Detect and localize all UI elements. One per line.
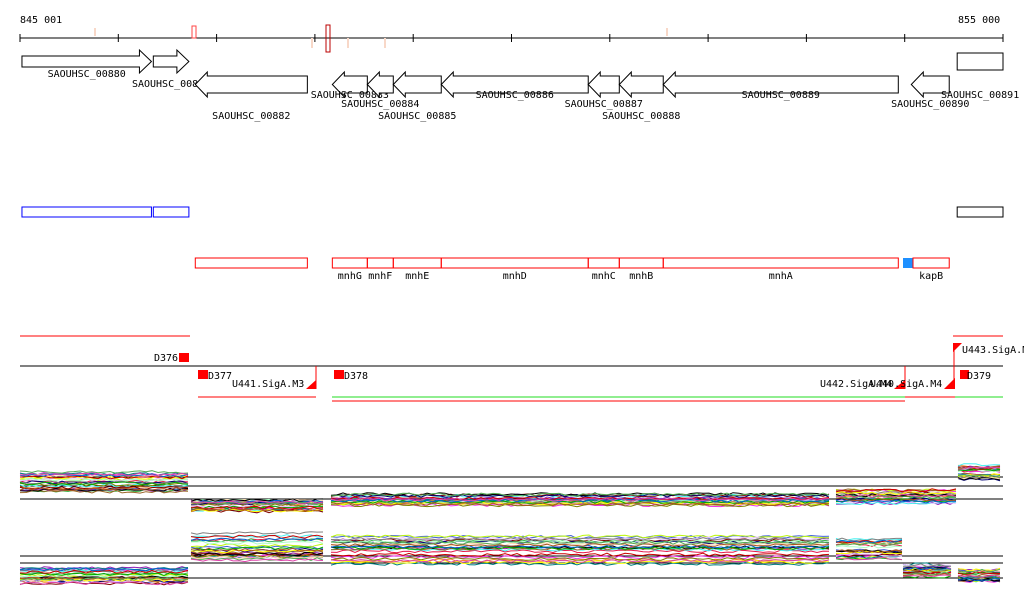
annotation-box — [956, 206, 1004, 218]
gene-label: SAOUHSC_00880 — [48, 69, 126, 80]
kapb-marker — [903, 258, 913, 268]
operon-gene-label: mnhA — [769, 271, 793, 282]
gene-label: SAOUHSC_00888 — [602, 111, 680, 122]
d376-marker — [179, 353, 189, 362]
operon-box — [366, 257, 394, 269]
d376-label: D376 — [154, 353, 178, 364]
d377-label: D377 — [208, 371, 232, 382]
operon-box — [392, 257, 442, 269]
operon-box — [912, 257, 950, 269]
gene-arrow — [194, 70, 308, 99]
gene-label: SAOUHSC_00889 — [742, 90, 820, 101]
d379-label: D379 — [967, 371, 991, 382]
genome-track-canvas: 845 001 855 000 SAOUHSC_00880SAOUHSC_008… — [19, 15, 1024, 586]
gene-arrow — [956, 52, 1004, 71]
operon-gene-label: mnhD — [503, 271, 527, 282]
gene-arrow — [152, 48, 190, 75]
annotation-box — [152, 206, 190, 218]
site-mark — [191, 25, 197, 39]
d377-marker — [198, 370, 208, 379]
expression-plots — [19, 463, 1003, 586]
gene-label: SAOUHSC_00891 — [941, 90, 1019, 101]
operon-box — [587, 257, 620, 269]
u440-label: U440.SigA.M4 — [870, 379, 942, 390]
expression-line — [190, 558, 324, 563]
operon-gene-label: kapB — [919, 271, 943, 282]
operon-gene-label: mnhC — [592, 271, 616, 282]
u443-label: U443.SigA.M — [962, 345, 1024, 356]
operon-gene-label: mnhB — [629, 271, 653, 282]
ruler — [19, 24, 1004, 53]
annotation-box — [21, 206, 152, 218]
ruler-start: 845 001 — [20, 15, 62, 26]
gene-label: SAOUHSC_00885 — [378, 111, 456, 122]
gene-label: SAOUHSC_00884 — [341, 99, 419, 110]
operon-gene-label: mnhG — [338, 271, 362, 282]
u441-marker — [306, 380, 316, 389]
gene-arrow — [392, 70, 442, 99]
gene-label: SAOUHSC_00882 — [212, 111, 290, 122]
operon-box — [618, 257, 664, 269]
annotation-box — [194, 257, 308, 269]
d378-marker — [334, 370, 344, 379]
operon-box — [662, 257, 899, 269]
d378-label: D378 — [344, 371, 368, 382]
genome-browser: 845 001 855 000 SAOUHSC_00880 SAOUHSC_008… — [0, 0, 1024, 611]
feature-track: D376 D377 U441.SigA.M3 D378 U442.SigA.M4… — [20, 335, 1024, 402]
operon-box — [440, 257, 589, 269]
gene-arrow — [618, 70, 664, 99]
expression-line — [190, 531, 324, 535]
operon-box — [331, 257, 368, 269]
gene-track: SAOUHSC_00880SAOUHSC_00881SAOUHSC_00882S… — [21, 48, 1019, 122]
u440-marker — [944, 378, 955, 389]
annotation-track: mnhG mnhF mnhE mnhD mnhC mnhB mnhA kapB — [21, 206, 1004, 282]
operon-gene-label: mnhF — [368, 271, 392, 282]
u441-label: U441.SigA.M3 — [232, 379, 304, 390]
ruler-end: 855 000 — [958, 15, 1000, 26]
gene-label: SAOUHSC_00886 — [476, 90, 554, 101]
gene-label: SAOUHSC_00887 — [565, 99, 643, 110]
gene-arrow — [587, 70, 620, 99]
operon-gene-label: mnhE — [405, 271, 429, 282]
